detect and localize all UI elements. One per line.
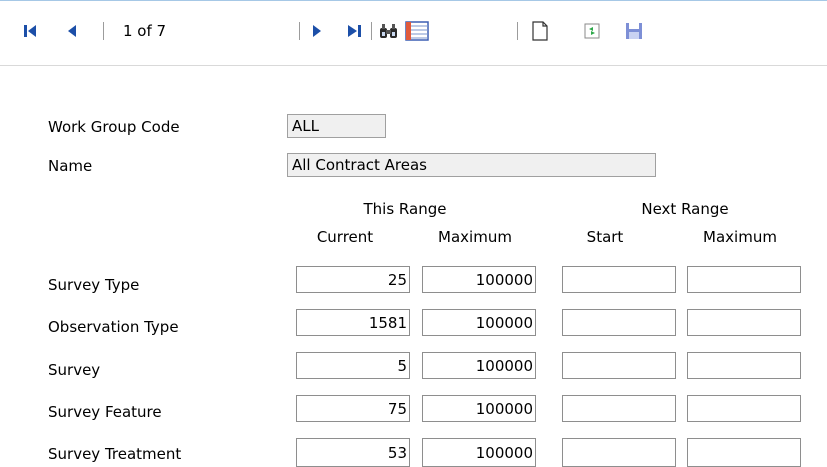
next-maximum-field[interactable]	[687, 352, 801, 379]
next-maximum-field[interactable]	[687, 309, 801, 336]
row-label: Survey	[48, 361, 101, 379]
next-record-button[interactable]	[307, 20, 327, 42]
list-view-button[interactable]	[403, 20, 431, 42]
first-record-icon	[24, 25, 36, 37]
last-record-button[interactable]	[344, 20, 366, 42]
next-start-field[interactable]	[562, 266, 676, 293]
next-range-header: Next Range	[641, 200, 729, 218]
maximum-field[interactable]	[422, 352, 536, 379]
next-start-field[interactable]	[562, 352, 676, 379]
maximum-field[interactable]	[422, 266, 536, 293]
toolbar-separator	[517, 22, 518, 40]
name-label: Name	[48, 157, 93, 175]
current-field[interactable]	[296, 395, 410, 422]
this-range-header: This Range	[363, 200, 447, 218]
next-start-field[interactable]	[562, 438, 676, 467]
current-field[interactable]	[296, 352, 410, 379]
first-record-button[interactable]	[20, 20, 40, 42]
list-view-icon	[405, 21, 429, 41]
new-document-icon	[532, 21, 548, 41]
next-maximum-field[interactable]	[687, 438, 801, 467]
find-button[interactable]	[376, 20, 402, 42]
last-record-icon	[348, 25, 361, 37]
previous-arrow-icon	[68, 25, 76, 37]
next-arrow-icon	[313, 25, 321, 37]
toolbar-separator	[103, 22, 104, 40]
window-top-border	[0, 0, 827, 1]
maximum-field[interactable]	[422, 395, 536, 422]
previous-record-button[interactable]	[62, 20, 82, 42]
work-group-code-field[interactable]: ALL	[287, 114, 386, 138]
floppy-disk-icon	[626, 23, 642, 39]
next-start-field[interactable]	[562, 309, 676, 336]
work-group-code-label: Work Group Code	[48, 118, 180, 136]
current-column-header: Current	[316, 228, 374, 246]
copy-record-button[interactable]	[581, 20, 603, 42]
maximum-field[interactable]	[422, 309, 536, 336]
row-label: Survey Type	[48, 276, 140, 294]
maximum-field[interactable]	[422, 438, 536, 467]
next-maximum-field[interactable]	[687, 266, 801, 293]
copy-document-icon	[584, 23, 600, 39]
next-maximum-column-header: Maximum	[703, 228, 777, 246]
new-record-button[interactable]	[529, 20, 551, 42]
start-column-header: Start	[586, 228, 624, 246]
current-field[interactable]	[296, 266, 410, 293]
toolbar-separator	[371, 22, 372, 40]
current-field[interactable]	[296, 438, 410, 467]
toolbar-divider	[0, 65, 827, 66]
row-label: Observation Type	[48, 318, 179, 336]
toolbar-separator	[299, 22, 300, 40]
binoculars-icon	[380, 24, 397, 38]
current-field[interactable]	[296, 309, 410, 336]
maximum-column-header: Maximum	[438, 228, 512, 246]
row-label: Survey Treatment	[48, 445, 182, 463]
name-field[interactable]: All Contract Areas	[287, 153, 656, 177]
save-button[interactable]	[623, 20, 645, 42]
next-maximum-field[interactable]	[687, 395, 801, 422]
row-label: Survey Feature	[48, 403, 162, 421]
next-start-field[interactable]	[562, 395, 676, 422]
page-indicator: 1 of 7	[123, 22, 167, 40]
